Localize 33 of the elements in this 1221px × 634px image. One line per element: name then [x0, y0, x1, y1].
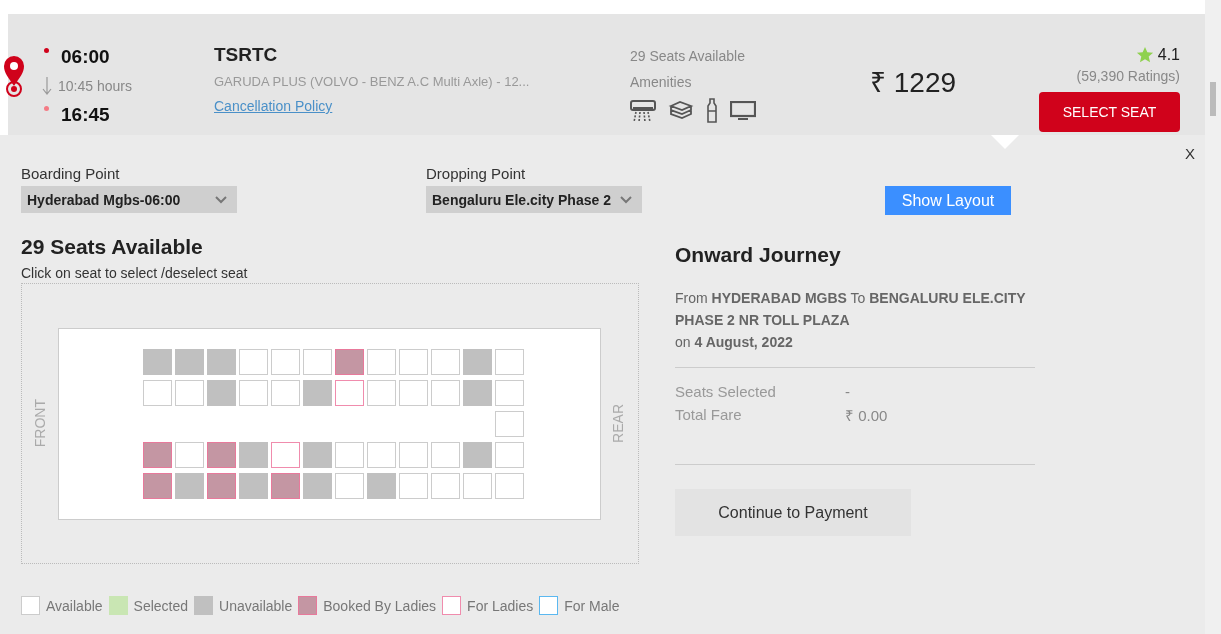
arrival-time: 16:45	[61, 103, 110, 126]
legend-label: Unavailable	[219, 597, 293, 614]
summary-label: Seats Selected	[675, 383, 777, 400]
duration-text: 10:45 hours	[58, 77, 132, 94]
journey-date: on 4 August, 2022	[675, 333, 794, 352]
summary-value: ₹ 0.00	[845, 405, 888, 425]
onward-journey-heading: Onward Journey	[675, 243, 842, 267]
legend-label: For Male	[564, 597, 620, 614]
legend-label: For Ladies	[467, 597, 534, 614]
boarding-point-label: Boarding Point	[21, 165, 121, 182]
legend-label: Available	[46, 597, 103, 614]
summary-label: Total Fare	[675, 406, 743, 423]
seat-selection-hint: Click on seat to select /deselect seat	[21, 265, 249, 281]
operator-name: TSRTC	[214, 44, 279, 66]
continue-to-payment-button[interactable]: Continue to Payment	[675, 489, 911, 536]
summary-value: -	[845, 383, 850, 400]
departure-time: 06:00	[61, 45, 110, 68]
boarding-point-dropdown[interactable]: Hyderabad Mgbs-06:00	[21, 186, 237, 213]
legend-label: Booked By Ladies	[323, 597, 437, 614]
seats-available-heading: 29 Seats Available	[21, 235, 204, 259]
fare-price: ₹ 1229	[869, 66, 958, 100]
bus-type-text: GARUDA PLUS (VOLVO - BENZ A.C Multi Axle) - 12...	[214, 74, 531, 89]
rear-label: REAR	[610, 404, 626, 443]
seats-available-text: 29 Seats Available	[630, 48, 746, 64]
select-seat-button[interactable]: SELECT SEAT	[1039, 92, 1180, 132]
legend-label: Selected	[133, 597, 189, 614]
ratings-count: (59,390 Ratings)	[1076, 68, 1180, 84]
amenities-label: Amenities	[630, 74, 693, 90]
rating-value: 4.1	[1157, 46, 1180, 64]
close-button[interactable]: X	[1185, 145, 1195, 165]
front-label: FRONT	[32, 399, 48, 448]
dropping-point-dropdown[interactable]: Bengaluru Ele.city Phase 2	[426, 186, 642, 213]
dropping-point-label: Dropping Point	[426, 165, 527, 182]
